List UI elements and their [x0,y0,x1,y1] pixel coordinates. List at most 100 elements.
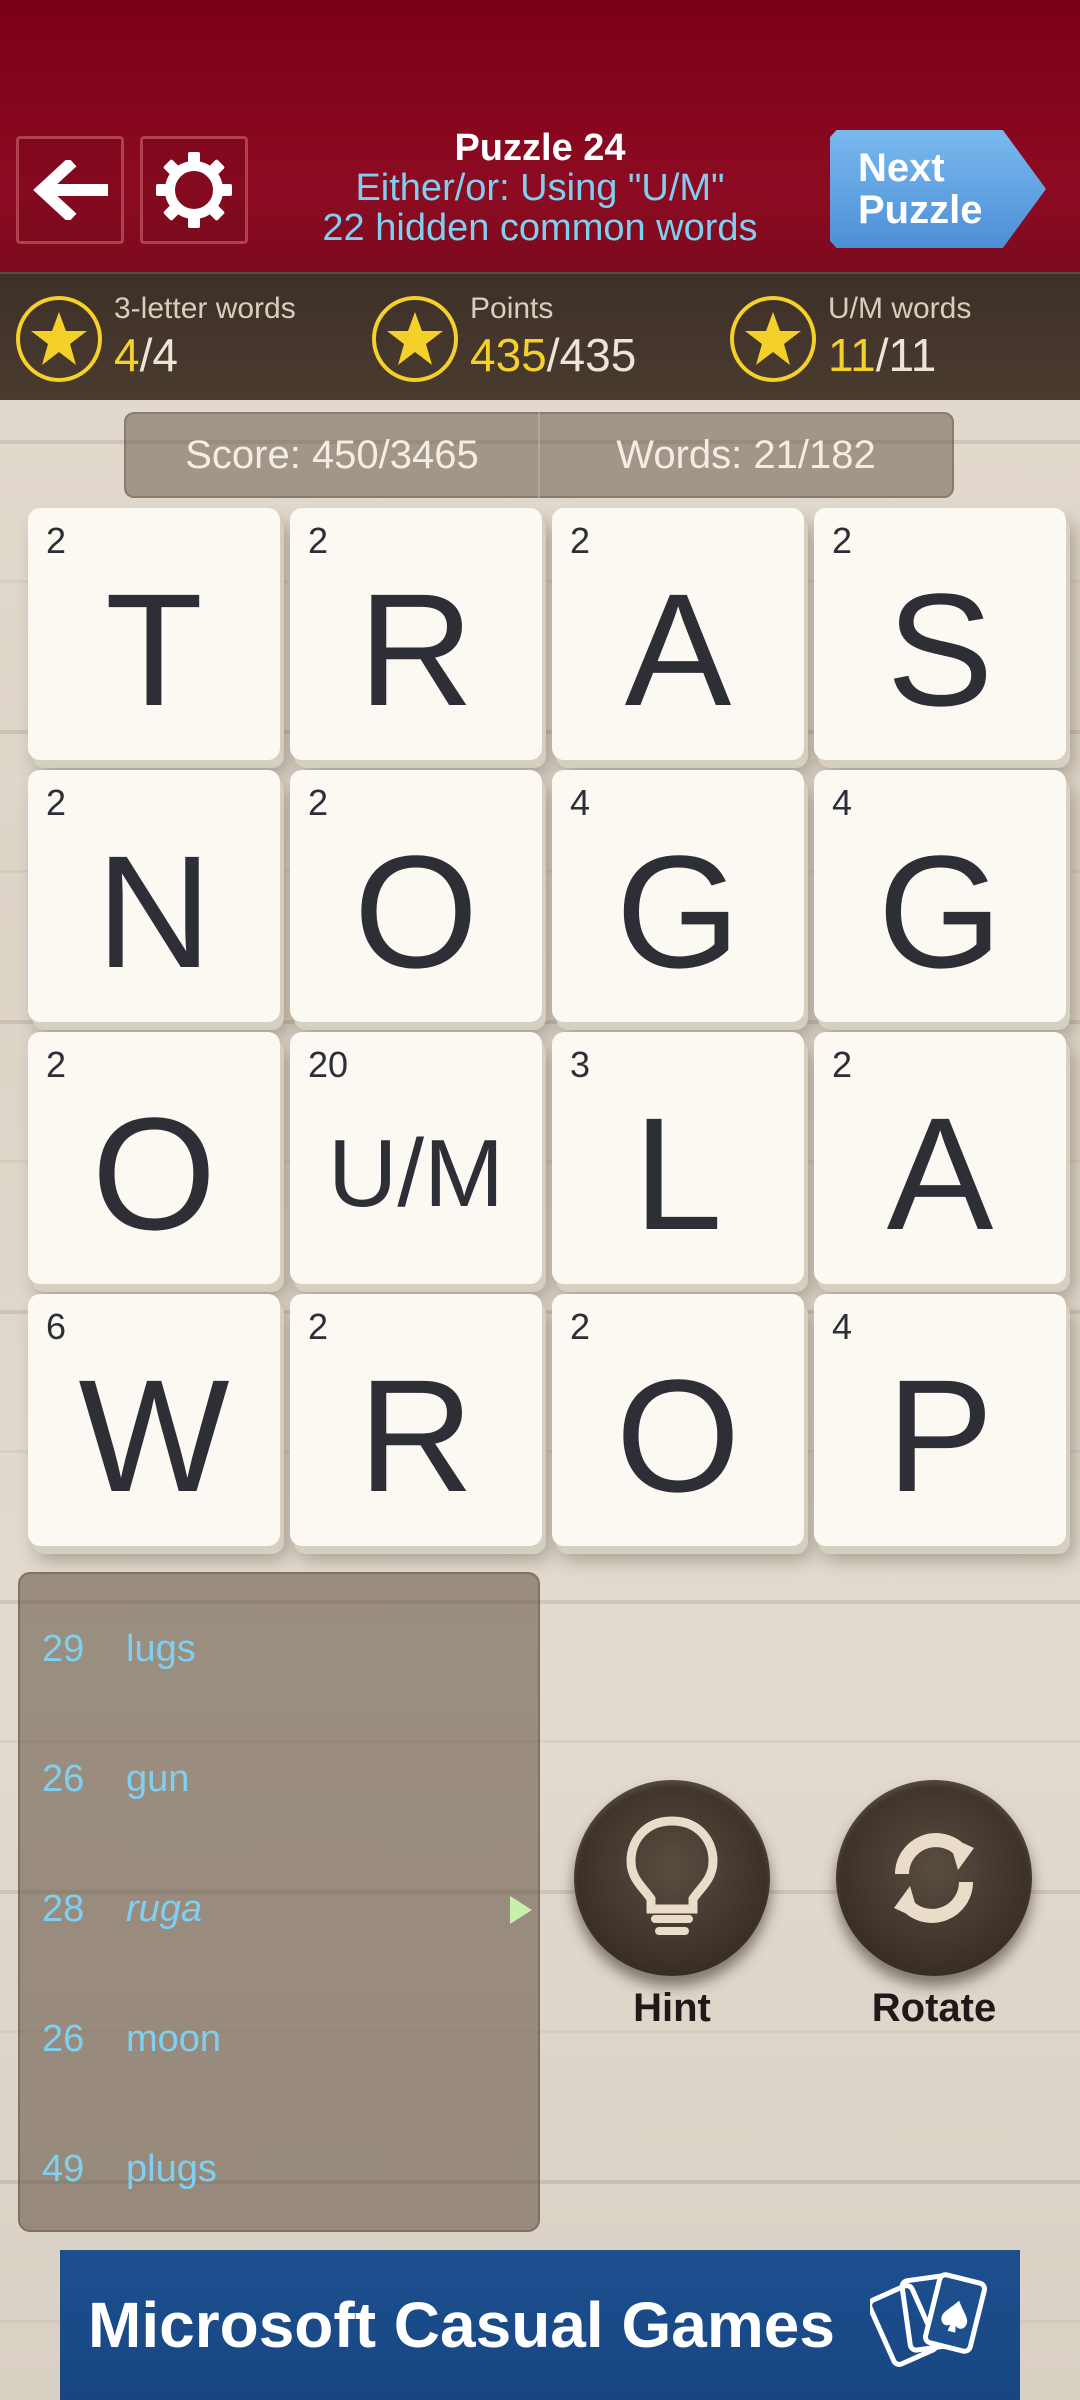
goal-label: U/M words [828,292,972,325]
tile-points: 2 [832,1044,853,1085]
tile-letter: L [633,1084,723,1263]
tile-points: 6 [46,1306,67,1347]
goal-current: 435 [470,329,547,381]
goal-current: 11 [828,329,876,381]
lightbulb-icon [626,1816,718,1935]
goal-total: /4 [139,329,178,381]
tile-letter: A [624,560,732,739]
word-list-item[interactable]: 29 lugs [20,1620,540,1680]
tile[interactable]: 2O [28,1032,280,1284]
rotate-label: Rotate [871,1986,997,2030]
word-list-item[interactable]: 26 gun [20,1750,540,1810]
tile[interactable]: 2R [290,508,542,760]
tile-letter: S [886,560,994,739]
tile[interactable]: 2A [814,1032,1066,1284]
goal-total: /11 [875,329,937,381]
tile-points: 2 [308,782,329,823]
goals-bar: 3-letter words 4/4 Points 435/435 U/M wo… [0,272,1080,400]
microsoft-casual-games-banner[interactable]: Microsoft Casual Games [60,2250,1020,2400]
word-text: lugs [126,1628,196,1670]
header-bar: Puzzle 24 Either/or: Using "U/M" 22 hidd… [0,0,1080,272]
tile-um[interactable]: 20 U/M [290,1032,542,1284]
tile-letter: G [877,822,1003,1001]
word-score: 28 [42,1888,85,1930]
word-score: 29 [42,1628,85,1670]
tile[interactable]: 2A [552,508,804,760]
tile-points: 2 [46,520,67,561]
tile-points: 2 [308,1306,329,1347]
tile-letter: N [96,822,212,1001]
score-text: Score: 450/3465 [185,432,479,477]
tile[interactable]: 6W [28,1294,280,1546]
tile-letter: R [358,1346,474,1525]
tile-points: 4 [832,1306,853,1347]
tile[interactable]: 2S [814,508,1066,760]
tile-points: 4 [832,782,853,823]
tile-points: 2 [570,1306,591,1347]
back-button[interactable] [16,136,124,244]
words-text: Words: 21/182 [616,432,876,477]
puzzle-title: Puzzle 24 [454,127,626,169]
goal-value: 435/435 [470,328,636,382]
tile-grid: 2T 2R 2A 2S 2N 2O 4G 4G 2O 20 U/M 3L 2A 6… [28,508,1068,1548]
tile-letter: T [105,560,203,739]
tile-letter: W [78,1346,230,1525]
tile-points: 2 [46,1044,67,1085]
tile[interactable]: 4G [814,770,1066,1022]
tile-letter: R [358,560,474,739]
rotate-button[interactable] [836,1780,1032,1976]
rotate-action[interactable]: Rotate [834,1780,1034,2031]
tile[interactable]: 4P [814,1294,1066,1546]
tile-letter: O [353,822,479,1001]
playing-cards-icon [870,2272,988,2367]
goal-value: 11/11 [828,328,936,382]
tile-points: 2 [832,520,853,561]
goal-value: 4/4 [114,328,178,382]
tile[interactable]: 2O [290,770,542,1022]
tile[interactable]: 2R [290,1294,542,1546]
star-icon [372,296,458,382]
tile-letter: O [91,1084,217,1263]
word-list-item[interactable]: 49 plugs [20,2140,540,2200]
tile[interactable]: 4G [552,770,804,1022]
word-list-item-selected[interactable]: 28 ruga [20,1880,540,1940]
rotate-icon [894,1833,974,1923]
hint-label: Hint [633,1986,711,2030]
word-list-item[interactable]: 26 moon [20,2010,540,2070]
goal-total: /435 [546,329,637,381]
star-icon [730,296,816,382]
goal-label: 3-letter words [114,292,296,325]
tile-points: 3 [570,1044,591,1085]
found-words-list[interactable]: 29 lugs 26 gun 28 ruga 26 moon 49 plugs [18,1572,540,2232]
next-puzzle-label-2: Puzzle [858,188,983,232]
tile-points: 2 [570,520,591,561]
word-text: plugs [126,2148,217,2190]
star-icon [16,296,102,382]
tile-points: 4 [570,782,591,823]
word-text: ruga [126,1888,203,1930]
tile[interactable]: 2T [28,508,280,760]
tile-letter: U/M [328,1120,504,1227]
banner-text: Microsoft Casual Games [88,2289,835,2361]
tile-letter: G [615,822,741,1001]
next-puzzle-button[interactable]: Next Puzzle [830,130,1046,248]
word-score: 26 [42,2018,85,2060]
tile-letter: A [886,1084,994,1263]
word-score: 49 [42,2148,85,2190]
tile-points: 20 [308,1044,349,1085]
tile[interactable]: 2N [28,770,280,1022]
goal-current: 4 [114,329,140,381]
play-arrow-icon[interactable] [510,1896,532,1924]
tile-points: 2 [308,520,329,561]
puzzle-subtitle-2: 22 hidden common words [322,207,758,249]
puzzle-title-block: Puzzle 24 Either/or: Using "U/M" 22 hidd… [260,128,820,248]
tile[interactable]: 2O [552,1294,804,1546]
tile-letter: O [615,1346,741,1525]
hint-button[interactable] [574,1780,770,1976]
tile[interactable]: 3L [552,1032,804,1284]
settings-button[interactable] [140,136,248,244]
word-text: gun [126,1758,190,1800]
hint-action[interactable]: Hint [572,1780,772,2031]
tile-points: 2 [46,782,67,823]
gear-icon [156,152,232,228]
